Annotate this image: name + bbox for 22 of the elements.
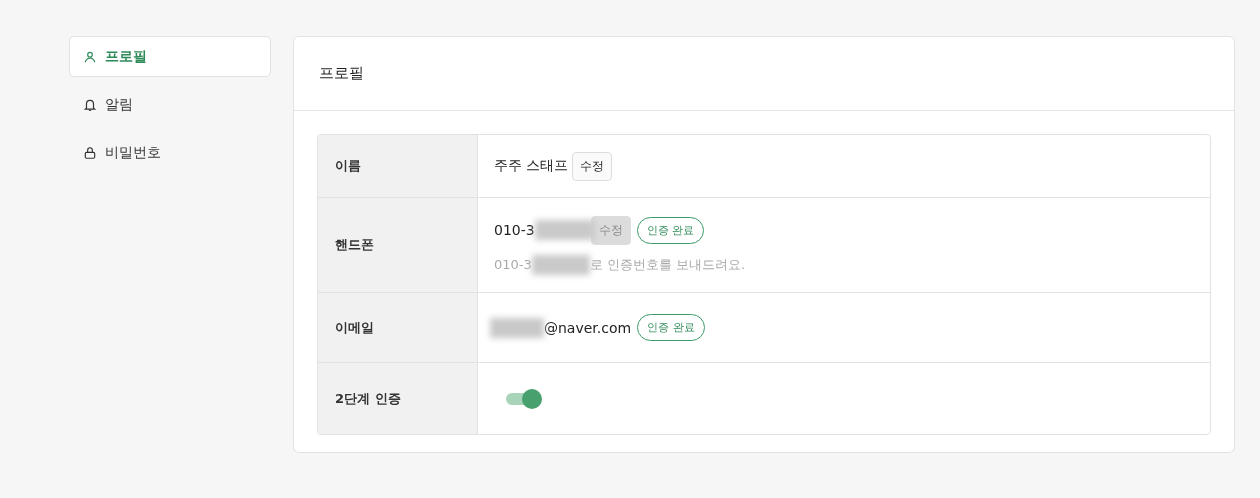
user-icon bbox=[83, 49, 97, 64]
field-label: 핸드폰 bbox=[318, 198, 478, 292]
field-label: 2단계 인증 bbox=[318, 363, 478, 434]
card-title: 프로필 bbox=[319, 64, 364, 83]
field-label: 이메일 bbox=[318, 293, 478, 362]
name-value: 주주 스태프 bbox=[494, 157, 569, 175]
sidebar-item[interactable]: 알림 bbox=[69, 84, 271, 125]
hint-text: 로 인증번호를 보내드려요. bbox=[589, 255, 746, 274]
phone-hint: 010-3 bbox=[494, 257, 532, 272]
sidebar-label: 알림 bbox=[105, 95, 133, 114]
edit-button[interactable]: 수정 bbox=[572, 151, 613, 181]
sidebar-label: 비밀번호 bbox=[105, 143, 161, 162]
sidebar-label: 프로필 bbox=[105, 47, 147, 66]
bell-icon bbox=[83, 97, 97, 112]
email-value: @naver.com bbox=[544, 319, 632, 336]
redacted-blur bbox=[531, 254, 590, 275]
sidebar-item[interactable]: 프로필 bbox=[69, 36, 271, 77]
field-label: 이름 bbox=[318, 135, 478, 197]
sidebar-item[interactable]: 비밀번호 bbox=[69, 132, 271, 173]
lock-icon bbox=[83, 145, 97, 160]
redacted-blur bbox=[490, 317, 544, 338]
phone-value: 010-3 bbox=[494, 222, 535, 238]
